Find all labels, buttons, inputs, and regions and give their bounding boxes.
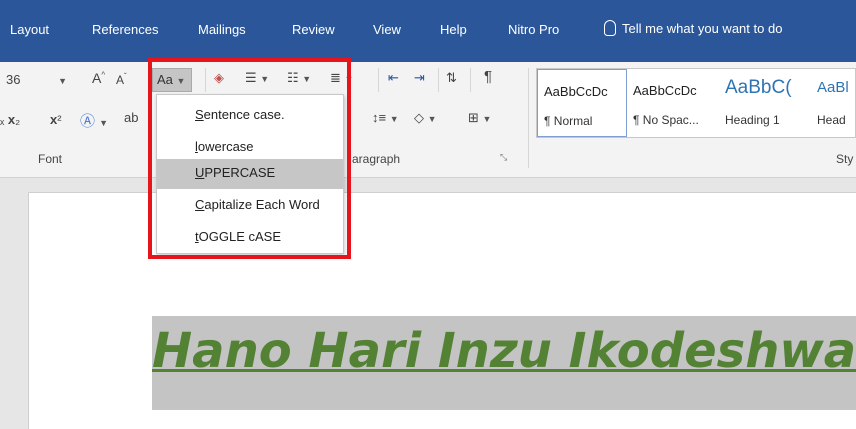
menu-label: entence case. [203, 107, 285, 122]
subscript-button[interactable]: ₓ x₂ [0, 112, 20, 127]
tab-references[interactable]: References [92, 22, 158, 37]
menu-label: OGGLE cASE [198, 229, 281, 244]
menu-label: owercase [197, 139, 254, 154]
style-name: ¶ No Spac... [633, 113, 699, 127]
shading-icon[interactable]: ◇ ▼ [414, 110, 437, 126]
divider [205, 68, 206, 92]
tab-layout[interactable]: Layout [10, 22, 49, 37]
style-sample: AaBbCcDc [544, 84, 608, 99]
style-no-spacing[interactable]: AaBbCcDc ¶ No Spac... [627, 69, 719, 137]
shrink-font-label: A [116, 73, 125, 87]
tab-review[interactable]: Review [292, 22, 335, 37]
shrink-font-button[interactable]: Aˇ [116, 72, 127, 87]
change-case-button[interactable]: Aa ▼ [152, 68, 192, 92]
style-normal[interactable]: AaBbCcDc ¶ Normal [537, 69, 627, 137]
multilevel-list-icon[interactable]: ≣ ▼ [330, 70, 353, 86]
lightbulb-icon [604, 20, 616, 36]
paragraph-group-label: aragraph [352, 152, 401, 166]
font-size-box[interactable]: 36 ▼ [6, 72, 67, 87]
pilcrow-icon[interactable]: ¶ [484, 68, 492, 85]
menu-item-sentence-case[interactable]: Sentence case. [157, 101, 343, 131]
style-heading-1[interactable]: AaBbC( Heading 1 [719, 69, 811, 137]
numbering-icon[interactable]: ☷ ▼ [287, 70, 311, 86]
menu-accel: C [195, 197, 205, 212]
menu-accel: S [195, 107, 204, 122]
dialog-launcher-icon[interactable]: ⤡ [500, 152, 507, 163]
bullets-icon[interactable]: ☰ ▼ [245, 70, 269, 86]
tell-me-search[interactable]: Tell me what you want to do [604, 20, 782, 36]
menu-label: PPERCASE [204, 165, 276, 180]
ribbon-tab-bar: Layout References Mailings Review View H… [0, 0, 856, 62]
chevron-down-icon: ▼ [176, 76, 186, 86]
change-case-label: Aa [157, 72, 173, 87]
font-size-value: 36 [6, 72, 21, 87]
decrease-indent-icon[interactable]: ⇤ [388, 70, 399, 86]
style-heading-2[interactable]: AaBl Head [811, 69, 856, 137]
menu-item-toggle-case[interactable]: tOGGLE cASE [157, 223, 343, 253]
sort-icon[interactable]: ⇅ [446, 70, 457, 86]
highlight-icon[interactable]: ab [124, 110, 138, 125]
divider [470, 68, 471, 92]
grow-font-label: A [92, 70, 102, 86]
divider [438, 68, 439, 92]
tab-mailings[interactable]: Mailings [198, 22, 246, 37]
style-sample: AaBl [817, 79, 849, 96]
styles-group-label: Sty [836, 152, 854, 166]
style-sample: AaBbCcDc [633, 83, 697, 98]
tab-help[interactable]: Help [440, 22, 467, 37]
borders-icon[interactable]: ⊞ ▼ [468, 110, 491, 126]
style-name: Head [817, 113, 846, 127]
tell-me-text: Tell me what you want to do [622, 20, 783, 36]
increase-indent-icon[interactable]: ⇥ [414, 70, 425, 86]
divider [378, 68, 379, 92]
menu-accel: U [195, 165, 205, 180]
styles-gallery: AaBbCcDc ¶ Normal AaBbCcDc ¶ No Spac... … [536, 68, 856, 138]
menu-label: apitalize Each Word [204, 197, 320, 212]
chevron-down-icon: ▼ [58, 76, 68, 86]
menu-item-capitalize-each-word[interactable]: Capitalize Each Word [157, 191, 343, 221]
tab-nitro-pro[interactable]: Nitro Pro [508, 22, 559, 37]
text-effects-icon[interactable]: Ⓐ ▼ [80, 110, 108, 131]
style-sample: AaBbC( [725, 77, 792, 98]
grow-font-button[interactable]: A^ [92, 70, 105, 86]
divider [528, 68, 529, 168]
document-heading[interactable]: Hano Hari Inzu Ikodeshwa [152, 323, 856, 379]
style-name: Heading 1 [725, 113, 780, 127]
tab-view[interactable]: View [373, 22, 401, 37]
menu-item-uppercase[interactable]: UPPERCASE [157, 159, 343, 189]
font-group-label: Font [38, 152, 63, 166]
style-name: ¶ Normal [544, 114, 593, 128]
superscript-button[interactable]: x² [50, 112, 62, 127]
change-case-menu: Sentence case. lowercase UPPERCASE Capit… [156, 94, 344, 254]
line-spacing-icon[interactable]: ↕≡ ▼ [372, 110, 399, 125]
clear-formatting-icon[interactable]: ◈ [214, 70, 224, 86]
